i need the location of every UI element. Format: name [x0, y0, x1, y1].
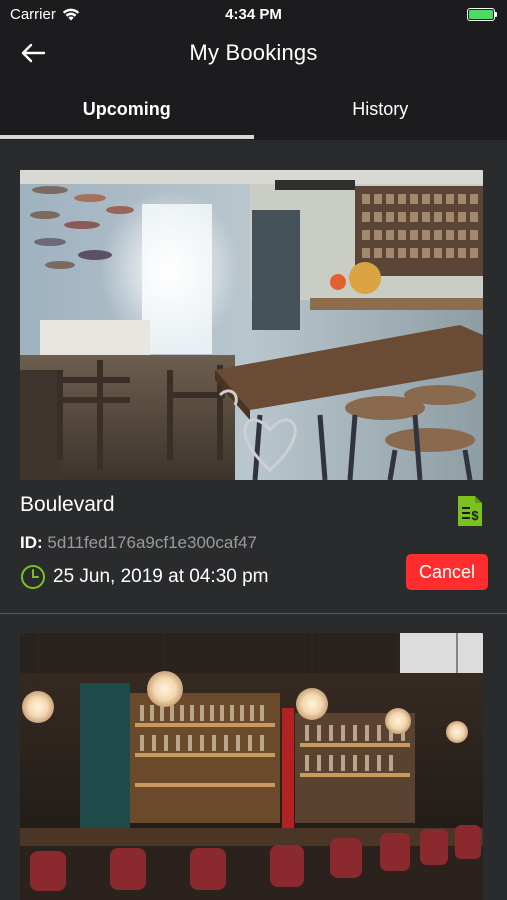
battery-fill — [469, 9, 493, 19]
svg-text:$: $ — [471, 508, 479, 523]
status-right — [467, 7, 497, 21]
venue-photo — [20, 170, 483, 480]
battery-tip — [495, 11, 497, 17]
nav-bar: My Bookings — [0, 28, 507, 78]
arrow-left-icon — [21, 43, 46, 63]
bar-interior-image — [20, 633, 483, 900]
tab-bar: Upcoming History — [0, 78, 507, 140]
booking-datetime: 25 Jun, 2019 at 04:30 pm — [20, 564, 269, 590]
booking-id-label: ID: — [20, 533, 43, 552]
booking-datetime-text: 25 Jun, 2019 at 04:30 pm — [53, 566, 269, 587]
status-left: Carrier — [10, 6, 80, 23]
venue-name: Boulevard — [20, 493, 115, 516]
active-tab-indicator — [0, 135, 254, 139]
battery-body — [467, 7, 495, 21]
battery-icon — [467, 7, 497, 21]
invoice-icon[interactable]: $ — [456, 494, 484, 528]
booking-id: ID: 5d11fed176a9cf1e300caf47 — [20, 533, 257, 553]
clock-icon — [21, 565, 45, 589]
tab-history[interactable]: History — [254, 78, 507, 140]
venue-photo — [20, 633, 483, 900]
carrier-label: Carrier — [10, 5, 56, 23]
bookings-list: Boulevard $ ID: 5d11fed176a9cf1e300caf47… — [0, 140, 507, 900]
wifi-icon — [62, 8, 80, 20]
booking-id-value: 5d11fed176a9cf1e300caf47 — [47, 533, 257, 552]
cancel-button[interactable]: Cancel — [406, 554, 488, 590]
tab-upcoming[interactable]: Upcoming — [0, 78, 254, 140]
page-title: My Bookings — [189, 40, 318, 65]
cafe-interior-image — [20, 170, 483, 480]
back-button[interactable] — [18, 38, 48, 68]
card-divider — [0, 613, 507, 614]
status-bar: Carrier 4:34 PM — [0, 0, 507, 28]
